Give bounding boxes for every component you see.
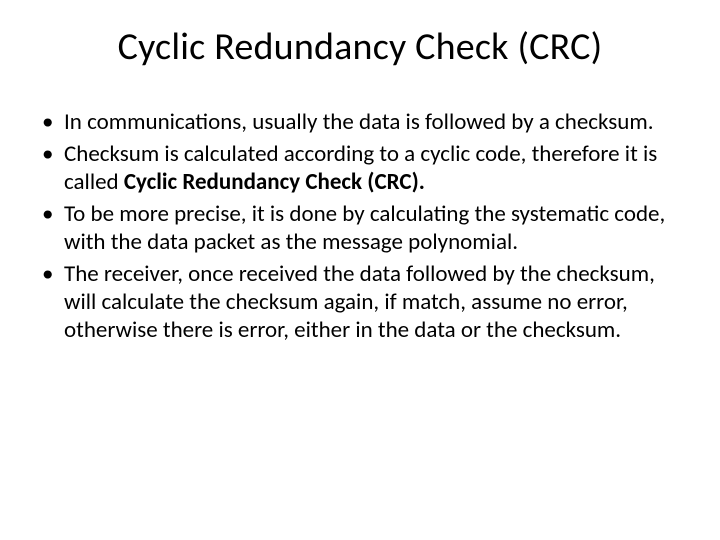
bullet-list: In communications, usually the data is f… bbox=[36, 108, 684, 344]
slide: Cyclic Redundancy Check (CRC) In communi… bbox=[0, 0, 720, 540]
slide-title: Cyclic Redundancy Check (CRC) bbox=[36, 24, 684, 70]
bullet-text: The receiver, once received the data fol… bbox=[64, 260, 655, 344]
bullet-text: In communications, usually the data is f… bbox=[64, 108, 654, 136]
list-item: To be more precise, it is done by calcul… bbox=[36, 200, 684, 256]
list-item: Checksum is calculated according to a cy… bbox=[36, 140, 684, 196]
list-item: The receiver, once received the data fol… bbox=[36, 260, 684, 344]
bullet-bold: Cyclic Redundancy Check (CRC). bbox=[124, 168, 425, 196]
bullet-text: To be more precise, it is done by calcul… bbox=[64, 200, 665, 256]
list-item: In communications, usually the data is f… bbox=[36, 108, 684, 136]
